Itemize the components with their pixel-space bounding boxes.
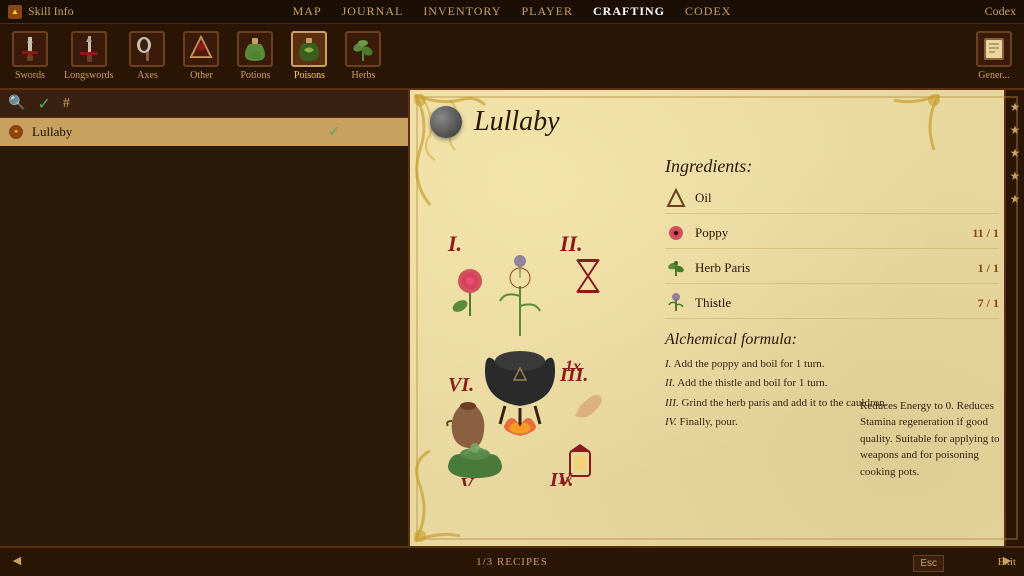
top-navigation: MAP JOURNAL INVENTORY PLAYER CRAFTING CO… bbox=[293, 4, 732, 19]
svg-text:II.: II. bbox=[559, 231, 583, 256]
nav-journal[interactable]: JOURNAL bbox=[342, 4, 404, 19]
svg-text:VI.: VI. bbox=[448, 374, 474, 396]
recipe-check-mark: ✓ bbox=[328, 124, 340, 141]
recipe-illustration: II. I. bbox=[420, 146, 640, 546]
formula-title: Alchemical formula: bbox=[665, 331, 999, 349]
recipe-title: Lullaby bbox=[474, 106, 560, 138]
thistle-name: Thistle bbox=[695, 295, 978, 311]
category-swords[interactable]: Swords bbox=[4, 27, 56, 85]
nav-inventory[interactable]: INVENTORY bbox=[423, 4, 501, 19]
codex-button[interactable]: Codex bbox=[985, 4, 1016, 19]
nav-crafting[interactable]: CRAFTING bbox=[593, 4, 665, 19]
formula-step-1: I. Add the poppy and boil for 1 turn. bbox=[665, 357, 999, 372]
nav-player[interactable]: PLAYER bbox=[521, 4, 573, 19]
ingredient-row-poppy: Poppy 11 / 1 bbox=[665, 222, 999, 249]
general-label: Gener... bbox=[978, 70, 1009, 81]
main-content: 🔍 ✓ # ● Lullaby ✓ 1 35 bbox=[0, 90, 1024, 546]
swords-label: Swords bbox=[15, 70, 45, 81]
svg-text:1x: 1x bbox=[558, 473, 572, 486]
category-axes[interactable]: Axes bbox=[121, 27, 173, 85]
right-panel: Lullaby II. bbox=[410, 90, 1024, 546]
recipe-pagination: 1/3 RECIPES bbox=[476, 556, 548, 568]
recipe-description: Reduces Energy to 0. Reduces Stamina reg… bbox=[850, 390, 1014, 489]
herbs-label: Herbs bbox=[352, 70, 376, 81]
nav-map[interactable]: MAP bbox=[293, 4, 322, 19]
herb-paris-name: Herb Paris bbox=[695, 260, 978, 276]
skill-info-label: Skill Info bbox=[28, 4, 74, 19]
category-other[interactable]: Other bbox=[175, 27, 227, 85]
recipe-header: Lullaby bbox=[410, 90, 1024, 146]
other-icon bbox=[183, 31, 219, 67]
herb-paris-count: 1 / 1 bbox=[978, 261, 999, 276]
poppy-count: 11 / 1 bbox=[972, 226, 999, 241]
category-poisons[interactable]: Poisons bbox=[283, 27, 335, 85]
top-bar: ▲ Skill Info MAP JOURNAL INVENTORY PLAYE… bbox=[0, 0, 1024, 24]
skill-info-section: ▲ Skill Info bbox=[0, 4, 74, 19]
category-longswords[interactable]: Longswords bbox=[58, 27, 119, 85]
oil-icon bbox=[665, 187, 687, 209]
left-panel: 🔍 ✓ # ● Lullaby ✓ 1 35 bbox=[0, 90, 410, 546]
recipe-ball-icon bbox=[430, 106, 462, 138]
filter-check[interactable]: ✓ bbox=[37, 94, 50, 114]
potions-label: Potions bbox=[240, 70, 270, 81]
filter-row: 🔍 ✓ # bbox=[0, 90, 408, 118]
recipe-count: 35 bbox=[376, 125, 400, 140]
svg-text:I.: I. bbox=[447, 231, 462, 256]
search-icon[interactable]: 🔍 bbox=[8, 95, 25, 112]
svg-text:1x: 1x bbox=[565, 358, 581, 375]
herb-paris-icon bbox=[665, 257, 687, 279]
general-icon bbox=[976, 31, 1012, 67]
poisons-icon bbox=[291, 31, 327, 67]
nav-codex[interactable]: CODEX bbox=[685, 4, 731, 19]
recipe-item-lullaby[interactable]: ● Lullaby ✓ 1 35 bbox=[0, 118, 408, 146]
other-label: Other bbox=[190, 70, 213, 81]
thistle-count: 7 / 1 bbox=[978, 296, 999, 311]
ingredients-title: Ingredients: bbox=[665, 156, 999, 177]
bottom-bar: ◄ 1/3 RECIPES ► Esc Exit bbox=[0, 546, 1024, 576]
ingredient-row-herb-paris: Herb Paris 1 / 1 bbox=[665, 257, 999, 284]
category-herbs[interactable]: Herbs bbox=[337, 27, 389, 85]
thistle-icon bbox=[665, 292, 687, 314]
recipe-list: ● Lullaby ✓ 1 35 bbox=[0, 118, 408, 546]
recipe-number: 1 bbox=[348, 125, 368, 140]
category-potions[interactable]: Potions bbox=[229, 27, 281, 85]
ingredient-row-thistle: Thistle 7 / 1 bbox=[665, 292, 999, 319]
recipe-name: Lullaby bbox=[32, 124, 320, 140]
category-bar: Swords Longswords Axes bbox=[0, 24, 1024, 90]
esc-button[interactable]: Esc bbox=[913, 555, 944, 572]
skill-info-icon: ▲ bbox=[8, 5, 22, 19]
axes-label: Axes bbox=[137, 70, 158, 81]
recipe-dot: ● bbox=[8, 124, 24, 140]
category-general[interactable]: Gener... bbox=[968, 27, 1020, 85]
oil-name: Oil bbox=[695, 190, 999, 206]
ingredient-row-oil: Oil bbox=[665, 187, 999, 214]
poppy-name: Poppy bbox=[695, 225, 972, 241]
exit-label: Exit bbox=[998, 556, 1016, 568]
herbs-icon bbox=[345, 31, 381, 67]
longswords-label: Longswords bbox=[64, 70, 113, 81]
filter-hash[interactable]: # bbox=[63, 96, 70, 112]
recipe-svg: II. I. bbox=[430, 206, 630, 486]
axes-icon bbox=[129, 31, 165, 67]
poisons-label: Poisons bbox=[294, 70, 325, 81]
recipe-body: II. I. bbox=[410, 146, 1024, 546]
longswords-icon bbox=[71, 31, 107, 67]
potions-icon bbox=[237, 31, 273, 67]
prev-recipe-button[interactable]: ◄ bbox=[10, 554, 24, 570]
poppy-icon bbox=[665, 222, 687, 244]
swords-icon bbox=[12, 31, 48, 67]
